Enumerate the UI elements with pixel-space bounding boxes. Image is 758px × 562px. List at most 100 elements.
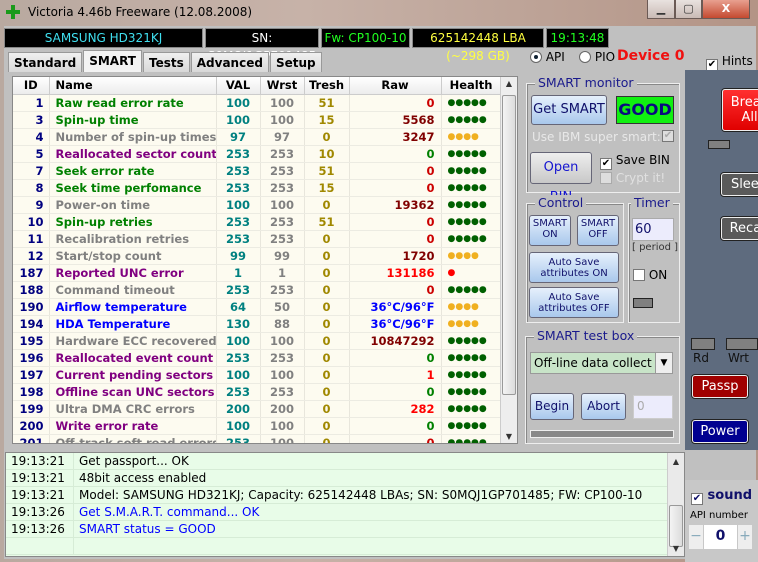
attr-worst: 253 (260, 230, 305, 248)
smart-off-button[interactable]: SMART OFF (577, 215, 619, 246)
table-row[interactable]: 11 Recalibration retries 253 253 0 0 ●●●●● (13, 230, 502, 248)
scroll-thumb[interactable] (669, 505, 683, 547)
timer-on-label: ON (648, 268, 668, 282)
table-row[interactable]: 201 Off-track soft read errors 253 100 0 0 ●●●… (13, 434, 502, 443)
test-progress-input[interactable]: 0 (633, 395, 673, 419)
scroll-thumb[interactable] (502, 95, 516, 395)
checkbox-icon (600, 172, 612, 184)
attr-name: Hardware ECC recovered (49, 332, 217, 350)
col-id[interactable]: ID (13, 77, 50, 95)
log-scrollbar[interactable]: ▲ ▼ (667, 453, 684, 556)
smart-on-button[interactable]: SMART ON (529, 215, 571, 246)
side-panel: Break All Sleep Recall Rd Wrt Passp Powe… (685, 70, 758, 450)
auto-save-off-button[interactable]: Auto Save attributes OFF (529, 287, 619, 318)
close-button[interactable]: X (702, 0, 750, 19)
log-entry: 19:13:21 48bit access enabled (6, 470, 684, 487)
attr-worst: 253 (260, 162, 305, 180)
table-row[interactable]: 5 Reallocated sector count 253 253 10 0 ●●●●● (13, 145, 502, 163)
table-row[interactable]: 9 Power-on time 100 100 0 19362 ●●●●● (13, 196, 502, 214)
table-row[interactable]: 187 Reported UNC error 1 1 0 131186 ● (13, 264, 502, 282)
table-row[interactable]: 8 Seek time perfomance 253 253 15 0 ●●●●● (13, 179, 502, 197)
ibm-super-smart-checkbox[interactable]: ✔ (662, 130, 674, 142)
table-scrollbar[interactable]: ▲ ▼ (500, 77, 517, 443)
col-wrst[interactable]: Wrst (260, 77, 305, 95)
attr-health: ●●●●● (441, 434, 502, 443)
col-val[interactable]: VAL (216, 77, 261, 95)
maximize-button[interactable]: ▢ (675, 0, 702, 19)
break-all-button[interactable]: Break All (722, 89, 758, 131)
table-row[interactable]: 3 Spin-up time 100 100 15 5568 ●●●●● (13, 111, 502, 129)
save-bin-checkbox[interactable]: ✔ Save BIN (600, 153, 670, 170)
table-row[interactable]: 10 Spin-up retries 253 253 51 0 ●●●●● (13, 213, 502, 231)
col-health[interactable]: Health (441, 77, 502, 95)
timer-input[interactable]: 60 (632, 218, 674, 241)
api-radio[interactable]: API (530, 50, 565, 64)
power-button[interactable]: Power (692, 420, 748, 443)
table-row[interactable]: 199 Ultra DMA CRC errors 200 200 0 282 ●●●●● (13, 400, 502, 418)
table-row[interactable]: 200 Write error rate 100 100 0 0 ●●●●● (13, 417, 502, 435)
timer-on-checkbox[interactable]: ON (633, 268, 667, 282)
attr-health: ●●●●● (441, 196, 502, 214)
attr-health: ●●●● (441, 128, 502, 146)
attr-worst: 100 (260, 332, 305, 350)
crypt-checkbox[interactable]: Crypt it! (600, 171, 665, 185)
col-tresh[interactable]: Tresh (304, 77, 350, 95)
api-increment-button[interactable]: + (738, 525, 752, 549)
table-row[interactable]: 7 Seek error rate 253 253 51 0 ●●●●● (13, 162, 502, 180)
minimize-button[interactable]: ▁ (647, 0, 675, 19)
tab-tests[interactable]: Tests (142, 52, 190, 72)
recall-button[interactable]: Recall (721, 217, 758, 240)
attr-raw: 3247 (349, 128, 442, 146)
table-row[interactable]: 188 Command timeout 253 253 0 0 ●●●●● (13, 281, 502, 299)
log-time: 19:13:26 (6, 521, 74, 537)
table-row[interactable]: 195 Hardware ECC recovered 100 100 0 10847292… (13, 332, 502, 350)
check-icon: ✔ (600, 158, 612, 170)
attr-name: Raw read error rate (49, 94, 217, 112)
scroll-down-icon[interactable]: ▼ (501, 432, 517, 441)
drive-capacity: 625142448 LBA (~298 GB) (412, 28, 544, 63)
chevron-down-icon[interactable]: ▼ (655, 353, 672, 373)
attr-worst: 1 (260, 264, 305, 282)
attr-name: Seek error rate (49, 162, 217, 180)
table-row[interactable]: 4 Number of spin-up times 97 97 0 3247 ●●●● (13, 128, 502, 146)
tab-standard[interactable]: Standard (8, 52, 83, 72)
attr-name: Offline scan UNC sectors (49, 383, 217, 401)
get-smart-button[interactable]: Get SMART (531, 95, 607, 125)
attr-id: 4 (13, 128, 50, 146)
pio-radio[interactable]: PIO (579, 50, 615, 64)
passport-button[interactable]: Passp (692, 375, 748, 398)
tab-smart[interactable]: SMART (83, 50, 142, 72)
tab-setup[interactable]: Setup (269, 52, 322, 72)
table-row[interactable]: 12 Start/stop count 99 99 0 1720 ●●●● (13, 247, 502, 265)
test-type-select[interactable]: Off-line data collect ▼ (530, 352, 673, 374)
attr-threshold: 0 (304, 332, 350, 350)
table-row[interactable]: 1 Raw read error rate 100 100 51 0 ●●●●● (13, 94, 502, 112)
auto-save-on-button[interactable]: Auto Save attributes ON (529, 252, 619, 283)
scroll-up-icon[interactable]: ▲ (668, 457, 684, 466)
col-name[interactable]: Name (49, 77, 217, 95)
attr-raw: 0 (349, 94, 442, 112)
table-row[interactable]: 194 HDA Temperature 130 88 0 36°C/96°F ●●●● (13, 315, 502, 333)
hints-checkbox[interactable]: ✔ Hints (706, 54, 753, 71)
scroll-up-icon[interactable]: ▲ (501, 79, 517, 88)
api-label: API (545, 50, 565, 64)
test-type-value: Off-line data collect (534, 356, 652, 370)
tab-advanced[interactable]: Advanced (190, 52, 269, 72)
attr-worst: 253 (260, 349, 305, 367)
sleep-button[interactable]: Sleep (721, 173, 758, 196)
checkbox-icon (633, 269, 645, 281)
abort-button[interactable]: Abort (581, 393, 626, 420)
col-raw[interactable]: Raw (349, 77, 442, 95)
scroll-down-icon[interactable]: ▼ (668, 544, 684, 553)
api-decrement-button[interactable]: − (689, 525, 703, 549)
table-row[interactable]: 198 Offline scan UNC sectors 253 253 0 0 ●●●●● (13, 383, 502, 401)
table-row[interactable]: 190 Airflow temperature 64 50 0 36°C/96°F ●●●● (13, 298, 502, 316)
timer-indicator (633, 298, 653, 308)
begin-button[interactable]: Begin (530, 393, 574, 420)
table-row[interactable]: 197 Current pending sectors 100 100 0 1 ●●●●● (13, 366, 502, 384)
clock: 19:13:48 (546, 28, 609, 48)
api-number-input[interactable]: 0 (704, 525, 737, 549)
sound-checkbox[interactable]: ✔ sound (691, 488, 752, 505)
table-row[interactable]: 196 Reallocated event count 253 253 0 0 ●●●●● (13, 349, 502, 367)
open-bin-button[interactable]: Open BIN (530, 152, 592, 205)
